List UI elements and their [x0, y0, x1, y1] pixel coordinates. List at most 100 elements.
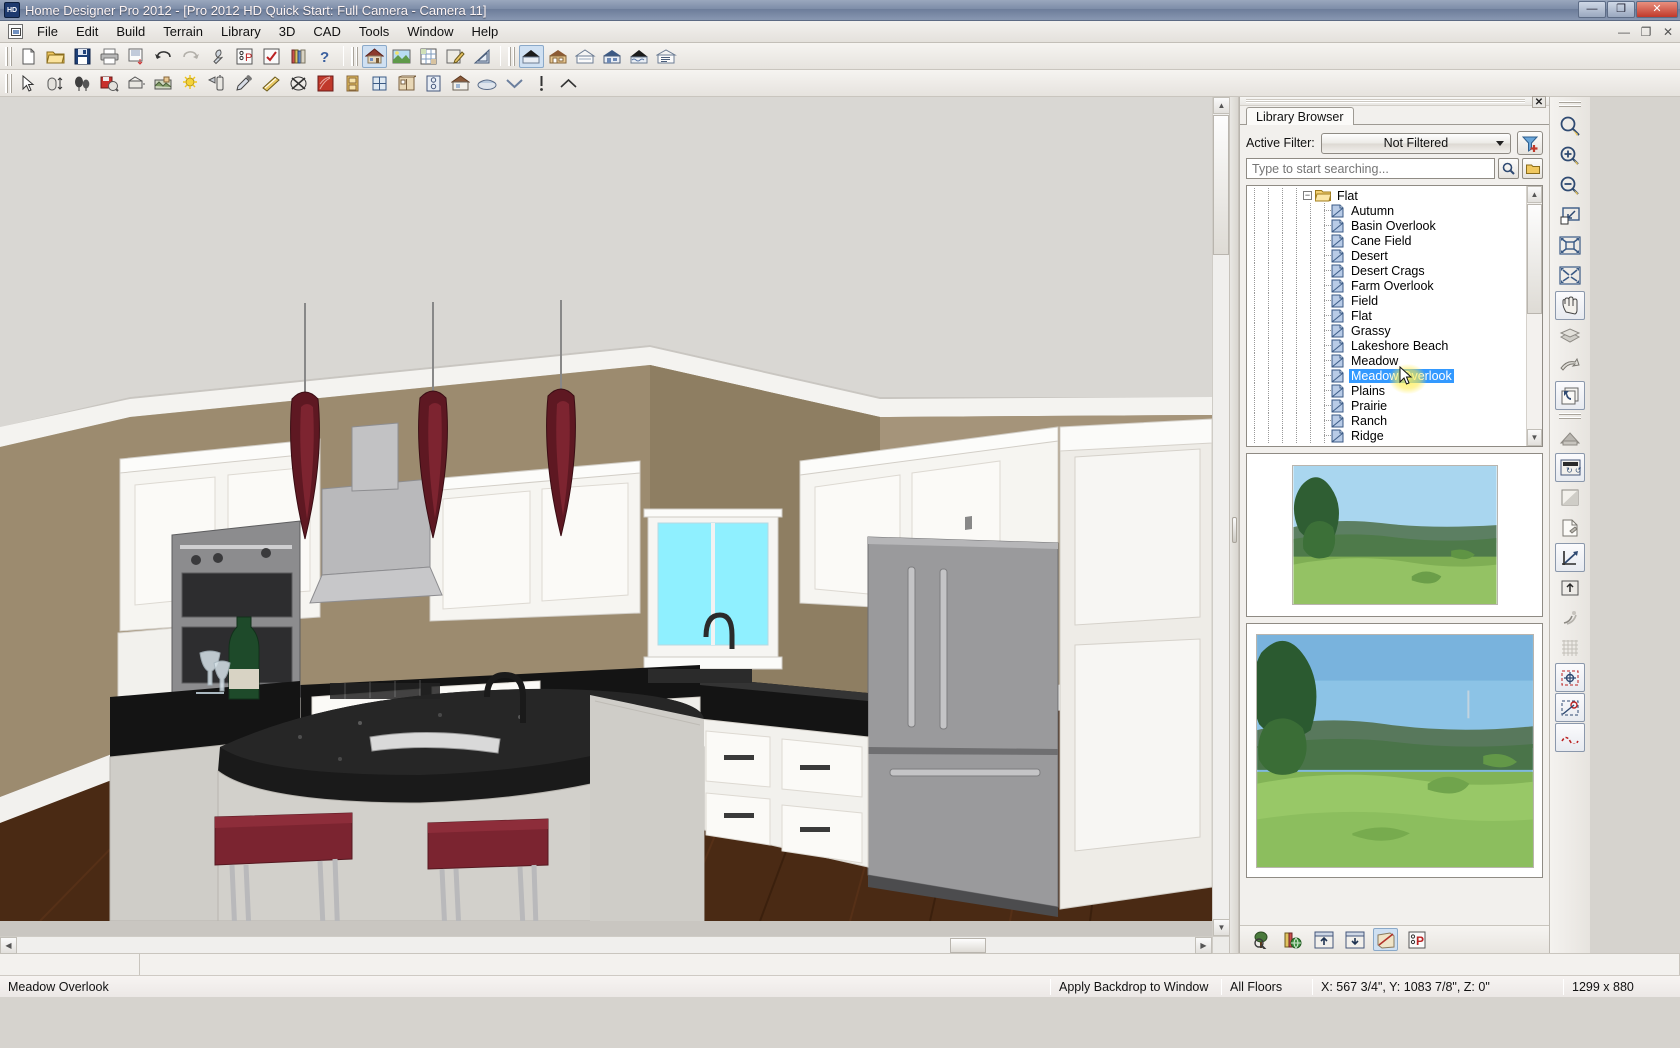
- horizontal-scroll-thumb[interactable]: [950, 938, 986, 953]
- tree-item-cane-field[interactable]: Cane Field: [1247, 233, 1526, 248]
- close-button[interactable]: ✕: [1636, 1, 1678, 18]
- toolbar-grip[interactable]: [5, 47, 12, 66]
- library-browser-button[interactable]: [286, 45, 311, 68]
- menu-item-library[interactable]: Library: [212, 21, 270, 42]
- panel-splitter[interactable]: [1229, 97, 1239, 953]
- open-plan-button[interactable]: [43, 45, 68, 68]
- tree-item-autumn[interactable]: Autumn: [1247, 203, 1526, 218]
- tree-item-ridge[interactable]: Ridge: [1247, 428, 1526, 443]
- menu-item-edit[interactable]: Edit: [67, 21, 107, 42]
- window-tool-button[interactable]: [367, 72, 392, 95]
- zoom-in-button[interactable]: [1555, 141, 1585, 170]
- select-objects-button[interactable]: [16, 72, 41, 95]
- gable-tool-button[interactable]: [556, 72, 581, 95]
- diagonal-measure-button[interactable]: [1555, 543, 1585, 572]
- angle-snaps-button[interactable]: [1555, 663, 1585, 692]
- library-options-button[interactable]: P: [1404, 928, 1429, 951]
- tree-item-field[interactable]: Field: [1247, 293, 1526, 308]
- toolbar-grip-3[interactable]: [508, 47, 515, 66]
- scroll-down-arrow[interactable]: ▼: [1213, 919, 1230, 936]
- document-icon[interactable]: [8, 24, 23, 39]
- grid-snaps-button[interactable]: [1555, 633, 1585, 662]
- floor-level-1-button[interactable]: [546, 45, 571, 68]
- edit-material-button[interactable]: [443, 45, 468, 68]
- plant-tool-button[interactable]: [70, 72, 95, 95]
- material-region-button[interactable]: [313, 72, 338, 95]
- zoom-extents-button[interactable]: [1555, 261, 1585, 290]
- tree-item-farm-overlook[interactable]: Farm Overlook: [1247, 278, 1526, 293]
- vertical-scroll-thumb[interactable]: [1213, 115, 1229, 255]
- undo-zoom-button[interactable]: [1555, 381, 1585, 410]
- object-snaps-button[interactable]: [1555, 693, 1585, 722]
- sprinkler-button[interactable]: [205, 72, 230, 95]
- browse-library-button[interactable]: [1522, 158, 1543, 179]
- new-plan-button[interactable]: [16, 45, 41, 68]
- menu-item-help[interactable]: Help: [462, 21, 507, 42]
- roof-plane-button[interactable]: [502, 72, 527, 95]
- menu-item-cad[interactable]: CAD: [304, 21, 349, 42]
- cad-view-button[interactable]: [470, 45, 495, 68]
- toolbar-grip-2[interactable]: [351, 47, 358, 66]
- adjust-elevation-button[interactable]: [43, 72, 68, 95]
- page-setup-button[interactable]: [1555, 513, 1585, 542]
- scroll-left-arrow[interactable]: ◀: [0, 937, 17, 954]
- check-plan-button[interactable]: [259, 45, 284, 68]
- zoom-tool-button[interactable]: [1555, 111, 1585, 140]
- minimize-button[interactable]: —: [1578, 1, 1606, 18]
- search-input[interactable]: [1246, 158, 1495, 179]
- tree-item-desert-crags[interactable]: Desert Crags: [1247, 263, 1526, 278]
- sun-angle-button[interactable]: [1555, 603, 1585, 632]
- tree-item-plains[interactable]: Plains: [1247, 383, 1526, 398]
- tree-node-root[interactable]: − Flat: [1247, 188, 1526, 203]
- house-view-button[interactable]: [362, 45, 387, 68]
- menu-item-3d[interactable]: 3D: [270, 21, 305, 42]
- no-material-button[interactable]: [286, 72, 311, 95]
- library-panel-gripbar[interactable]: ✕: [1240, 97, 1549, 106]
- menu-item-terrain[interactable]: Terrain: [154, 21, 212, 42]
- add-filter-button[interactable]: [1517, 131, 1543, 155]
- room-tool-button[interactable]: [448, 72, 473, 95]
- appliance-tool-button[interactable]: [421, 72, 446, 95]
- tree-scroll-down-arrow[interactable]: ▼: [1527, 429, 1542, 446]
- 3d-viewport[interactable]: [0, 97, 1212, 936]
- scroll-up-arrow[interactable]: ▲: [1213, 97, 1230, 114]
- terrain-view-button[interactable]: [389, 45, 414, 68]
- print-button[interactable]: [97, 45, 122, 68]
- pan-window-button[interactable]: [1555, 291, 1585, 320]
- plan-defaults-button[interactable]: P: [232, 45, 257, 68]
- material-view-button[interactable]: [416, 45, 441, 68]
- undo-button[interactable]: [151, 45, 176, 68]
- zoom-out-button[interactable]: [1555, 171, 1585, 200]
- view-toolbar-grip-2[interactable]: [1559, 413, 1581, 420]
- tree-scroll-thumb[interactable]: [1527, 204, 1542, 314]
- mdi-restore-button[interactable]: ❐: [1638, 25, 1654, 39]
- view-toolbar-grip[interactable]: [1559, 101, 1581, 108]
- collapse-panel-button[interactable]: [1342, 928, 1367, 951]
- tree-item-lakeshore-beach[interactable]: Lakeshore Beach: [1247, 338, 1526, 353]
- help-button[interactable]: ?: [313, 45, 338, 68]
- tree-item-desert[interactable]: Desert: [1247, 248, 1526, 263]
- viewport-vertical-scrollbar[interactable]: ▲ ▼: [1212, 97, 1229, 936]
- layer-display-button[interactable]: [1555, 321, 1585, 350]
- tree-item-ranch[interactable]: Ranch: [1247, 413, 1526, 428]
- update-library-button[interactable]: [1280, 928, 1305, 951]
- tree-item-meadow[interactable]: Meadow: [1247, 353, 1526, 368]
- maximize-button[interactable]: ❐: [1607, 1, 1635, 18]
- wall-tool-button[interactable]: [529, 72, 554, 95]
- save-camera-button[interactable]: [97, 72, 122, 95]
- menu-item-tools[interactable]: Tools: [350, 21, 398, 42]
- expand-panel-button[interactable]: [1311, 928, 1336, 951]
- active-filter-combo[interactable]: Not Filtered: [1321, 133, 1511, 154]
- toggle-view-button[interactable]: ↻ ↺: [1555, 453, 1585, 482]
- preferences-button[interactable]: [205, 45, 230, 68]
- roof-level-button[interactable]: [627, 45, 652, 68]
- floor-level-0-button[interactable]: [519, 45, 544, 68]
- search-button[interactable]: [1498, 158, 1519, 179]
- menu-item-build[interactable]: Build: [107, 21, 154, 42]
- scroll-right-arrow[interactable]: ▶: [1195, 937, 1212, 954]
- redo-button[interactable]: [178, 45, 203, 68]
- eyedropper-button[interactable]: [232, 72, 257, 95]
- color-toggle-button[interactable]: [1555, 483, 1585, 512]
- camera-view-button[interactable]: [1555, 423, 1585, 452]
- collapse-expander-icon[interactable]: −: [1303, 191, 1312, 200]
